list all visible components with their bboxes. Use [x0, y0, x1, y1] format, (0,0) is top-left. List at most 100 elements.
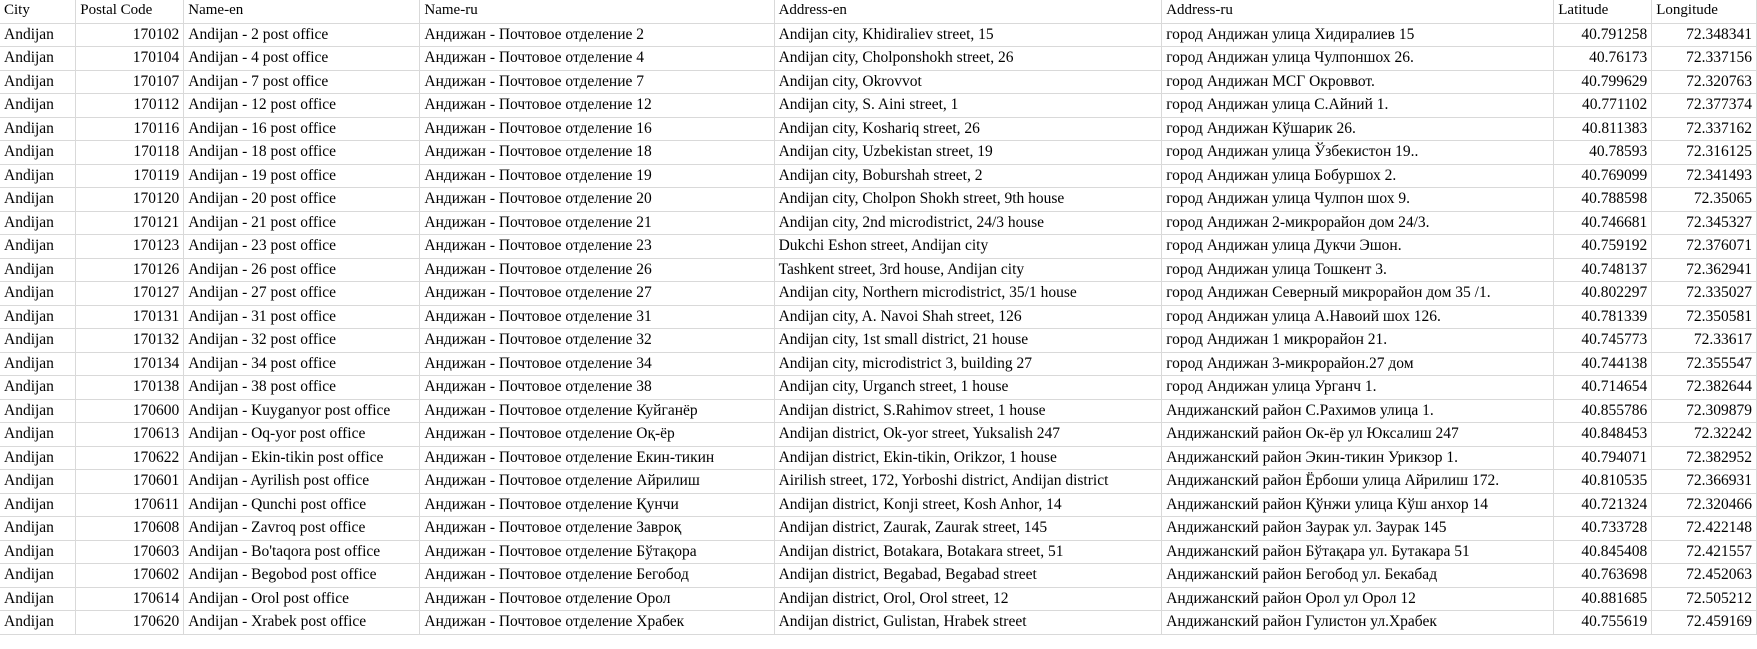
cell-name-ru[interactable]: Андижан - Почтовое отделение 16 — [419, 117, 775, 141]
cell-address-en[interactable]: Andijan city, Koshariq street, 26 — [774, 117, 1163, 141]
cell-name-en[interactable]: Andijan - Ayrilish post office — [183, 469, 421, 494]
table-row[interactable]: Andijan 170119 Andijan - 19 post office Анд… — [0, 164, 1757, 188]
cell-postal[interactable]: 170112 — [75, 93, 185, 118]
cell-address-en[interactable]: Andijan city, 1st small district, 21 hou… — [774, 328, 1163, 353]
cell-latitude[interactable]: 40.755619 — [1553, 610, 1653, 635]
cell-longitude[interactable]: 72.309879 — [1651, 399, 1757, 423]
cell-longitude[interactable]: 72.337162 — [1651, 117, 1757, 141]
cell-name-ru[interactable]: Андижан - Почтовое отделение 26 — [419, 258, 775, 282]
cell-city[interactable]: Andijan — [0, 164, 77, 188]
cell-city[interactable]: Andijan — [0, 328, 77, 353]
cell-city[interactable]: Andijan — [0, 117, 77, 141]
cell-name-ru[interactable]: Андижан - Почтовое отделение 2 — [419, 23, 775, 47]
cell-postal[interactable]: 170126 — [75, 258, 185, 282]
cell-latitude[interactable]: 40.881685 — [1553, 587, 1653, 611]
cell-latitude[interactable]: 40.745773 — [1553, 328, 1653, 353]
column-header-address-ru[interactable]: Address-ru — [1161, 0, 1555, 24]
cell-longitude[interactable]: 72.33617 — [1651, 328, 1757, 353]
cell-city[interactable]: Andijan — [0, 140, 77, 165]
cell-latitude[interactable]: 40.76173 — [1553, 46, 1653, 71]
cell-name-en[interactable]: Andijan - 23 post office — [183, 234, 421, 259]
cell-address-en[interactable]: Andijan city, A. Navoi Shah street, 126 — [774, 305, 1163, 329]
cell-name-ru[interactable]: Андижан - Почтовое отделение 19 — [419, 164, 775, 188]
cell-longitude[interactable]: 72.452063 — [1651, 563, 1757, 588]
cell-address-en[interactable]: Andijan city, Northern microdistrict, 35… — [774, 281, 1163, 306]
cell-address-ru[interactable]: Андижанский район Ёрбоши улица Айрилиш 1… — [1161, 469, 1555, 494]
cell-longitude[interactable]: 72.32242 — [1651, 422, 1757, 447]
cell-name-en[interactable]: Andijan - 4 post office — [183, 46, 421, 71]
cell-name-ru[interactable]: Андижан - Почтовое отделение 12 — [419, 93, 775, 118]
cell-name-ru[interactable]: Андижан - Почтовое отделение Орол — [419, 587, 775, 611]
cell-postal[interactable]: 170118 — [75, 140, 185, 165]
table-row[interactable]: Andijan 170104 Andijan - 4 post office Анди… — [0, 46, 1757, 71]
cell-name-ru[interactable]: Андижан - Почтовое отделение 27 — [419, 281, 775, 306]
cell-longitude[interactable]: 72.320763 — [1651, 70, 1757, 94]
cell-city[interactable]: Andijan — [0, 375, 77, 400]
cell-address-ru[interactable]: Андижанский район Бўтақара ул. Бутакара … — [1161, 540, 1555, 564]
cell-address-ru[interactable]: город Андижан улица Чулпоншох 26. — [1161, 46, 1555, 71]
cell-address-ru[interactable]: город Андижан Северный микрорайон дом 35… — [1161, 281, 1555, 306]
cell-name-ru[interactable]: Андижан - Почтовое отделение Завроқ — [419, 516, 775, 541]
cell-postal[interactable]: 170622 — [75, 446, 185, 470]
cell-latitude[interactable]: 40.845408 — [1553, 540, 1653, 564]
cell-address-en[interactable]: Andijan city, Urganch street, 1 house — [774, 375, 1163, 400]
column-header-longitude[interactable]: Longitude — [1651, 0, 1757, 24]
cell-address-ru[interactable]: город Андижан улица Чулпон шох 9. — [1161, 187, 1555, 212]
table-row[interactable]: Andijan 170126 Andijan - 26 post office Анд… — [0, 258, 1757, 282]
cell-latitude[interactable]: 40.794071 — [1553, 446, 1653, 470]
cell-address-en[interactable]: Andijan district, Ok-yor street, Yuksali… — [774, 422, 1163, 447]
cell-address-ru[interactable]: город Андижан 2-микрорайон дом 24/3. — [1161, 211, 1555, 235]
cell-postal[interactable]: 170127 — [75, 281, 185, 306]
cell-address-ru[interactable]: Андижанский район С.Рахимов улица 1. — [1161, 399, 1555, 423]
cell-postal[interactable]: 170116 — [75, 117, 185, 141]
cell-latitude[interactable]: 40.771102 — [1553, 93, 1653, 118]
table-row[interactable]: Andijan 170121 Andijan - 21 post office Анд… — [0, 211, 1757, 235]
cell-address-ru[interactable]: Андижанский район Гулистон ул.Храбек — [1161, 610, 1555, 635]
cell-latitude[interactable]: 40.748137 — [1553, 258, 1653, 282]
table-row[interactable]: Andijan 170602 Andijan - Begobod post offi… — [0, 563, 1757, 588]
cell-latitude[interactable]: 40.802297 — [1553, 281, 1653, 306]
cell-address-en[interactable]: Andijan city, Boburshah street, 2 — [774, 164, 1163, 188]
cell-address-en[interactable]: Andijan district, Orol, Orol street, 12 — [774, 587, 1163, 611]
cell-longitude[interactable]: 72.459169 — [1651, 610, 1757, 635]
table-row[interactable]: Andijan 170138 Andijan - 38 post office Анд… — [0, 375, 1757, 400]
cell-postal[interactable]: 170620 — [75, 610, 185, 635]
cell-name-en[interactable]: Andijan - 34 post office — [183, 352, 421, 376]
cell-postal[interactable]: 170608 — [75, 516, 185, 541]
cell-name-en[interactable]: Andijan - Qunchi post office — [183, 493, 421, 517]
cell-name-en[interactable]: Andijan - Bo'taqora post office — [183, 540, 421, 564]
cell-postal[interactable]: 170614 — [75, 587, 185, 611]
cell-longitude[interactable]: 72.505212 — [1651, 587, 1757, 611]
cell-latitude[interactable]: 40.714654 — [1553, 375, 1653, 400]
cell-address-en[interactable]: Andijan district, Begabad, Begabad stree… — [774, 563, 1163, 588]
cell-name-ru[interactable]: Андижан - Почтовое отделение 18 — [419, 140, 775, 165]
cell-name-en[interactable]: Andijan - 21 post office — [183, 211, 421, 235]
cell-name-en[interactable]: Andijan - 2 post office — [183, 23, 421, 47]
cell-longitude[interactable]: 72.337156 — [1651, 46, 1757, 71]
table-row[interactable]: Andijan 170107 Andijan - 7 post office Анди… — [0, 70, 1757, 94]
cell-city[interactable]: Andijan — [0, 610, 77, 635]
cell-name-en[interactable]: Andijan - Zavroq post office — [183, 516, 421, 541]
cell-address-ru[interactable]: город Андижан МСГ Окроввот. — [1161, 70, 1555, 94]
cell-address-en[interactable]: Dukchi Eshon street, Andijan city — [774, 234, 1163, 259]
cell-latitude[interactable]: 40.791258 — [1553, 23, 1653, 47]
cell-city[interactable]: Andijan — [0, 422, 77, 447]
column-header-postal-code[interactable]: Postal Code — [75, 0, 185, 24]
cell-longitude[interactable]: 72.355547 — [1651, 352, 1757, 376]
cell-city[interactable]: Andijan — [0, 281, 77, 306]
cell-name-en[interactable]: Andijan - 26 post office — [183, 258, 421, 282]
cell-city[interactable]: Andijan — [0, 23, 77, 47]
cell-address-ru[interactable]: город Андижан улица Ўзбекистон 19.. — [1161, 140, 1555, 165]
cell-latitude[interactable]: 40.799629 — [1553, 70, 1653, 94]
table-row[interactable]: Andijan 170127 Andijan - 27 post office Анд… — [0, 281, 1757, 306]
cell-name-ru[interactable]: Андижан - Почтовое отделение 21 — [419, 211, 775, 235]
cell-postal[interactable]: 170613 — [75, 422, 185, 447]
cell-latitude[interactable]: 40.744138 — [1553, 352, 1653, 376]
cell-address-en[interactable]: Andijan district, Gulistan, Hrabek stree… — [774, 610, 1163, 635]
cell-address-ru[interactable]: город Андижан улица Хидиралиев 15 — [1161, 23, 1555, 47]
cell-latitude[interactable]: 40.78593 — [1553, 140, 1653, 165]
cell-longitude[interactable]: 72.362941 — [1651, 258, 1757, 282]
cell-longitude[interactable]: 72.350581 — [1651, 305, 1757, 329]
table-row[interactable]: Andijan 170112 Andijan - 12 post office Анд… — [0, 93, 1757, 118]
cell-name-en[interactable]: Andijan - 16 post office — [183, 117, 421, 141]
